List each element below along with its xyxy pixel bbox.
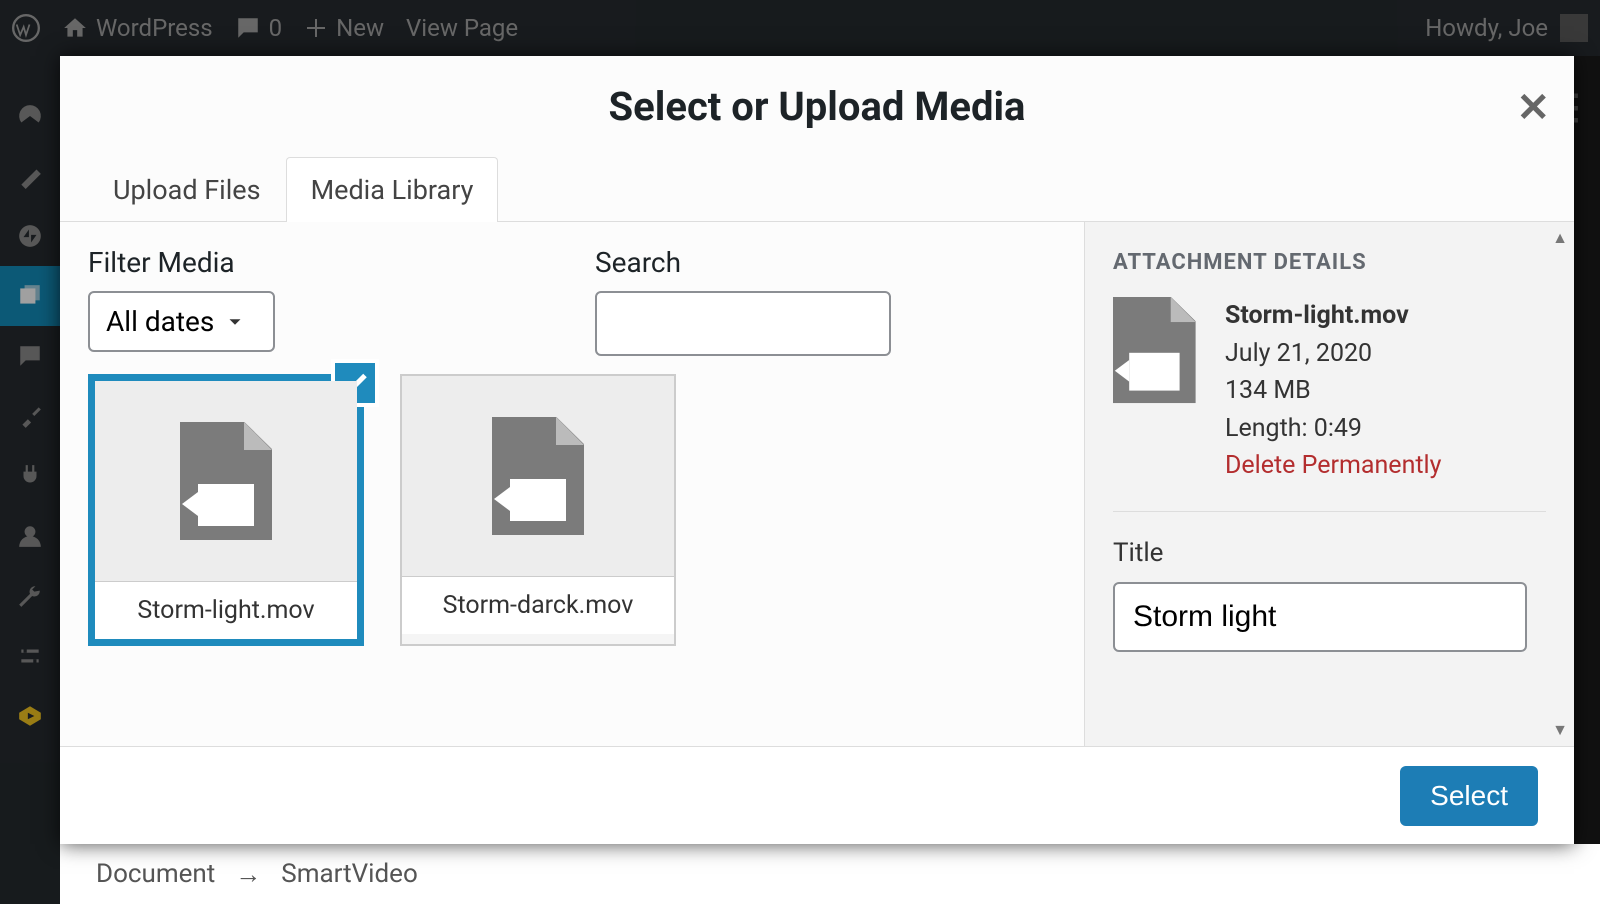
- video-file-icon: [1113, 297, 1196, 403]
- search-input[interactable]: [595, 291, 891, 356]
- sidebar-item-plugins[interactable]: [0, 446, 60, 506]
- admin-bar: WordPress 0 New View Page Howdy, Joe: [0, 0, 1600, 56]
- search-label: Search: [595, 246, 891, 279]
- breadcrumb: Document → SmartVideo: [60, 844, 1600, 904]
- admin-sidebar: [0, 56, 60, 904]
- scroll-down-icon[interactable]: ▼: [1552, 720, 1568, 740]
- modal-header: Select or Upload Media ✕: [60, 56, 1574, 156]
- scroll-up-icon[interactable]: ▲: [1552, 228, 1568, 248]
- select-button[interactable]: Select: [1400, 766, 1538, 826]
- view-page-link[interactable]: View Page: [406, 14, 518, 42]
- tab-upload-files[interactable]: Upload Files: [88, 157, 286, 222]
- media-item-storm-light[interactable]: Storm-light.mov: [88, 374, 364, 646]
- media-area: Filter Media All dates Search: [60, 222, 1084, 746]
- comments-link[interactable]: 0: [235, 14, 283, 42]
- sidebar-item-media[interactable]: [0, 266, 60, 326]
- video-file-icon: [180, 422, 272, 540]
- close-button[interactable]: ✕: [1516, 84, 1550, 131]
- sidebar-item-smartvideo[interactable]: [0, 686, 60, 746]
- breadcrumb-doc[interactable]: Document: [96, 859, 215, 889]
- new-content-link[interactable]: New: [304, 14, 384, 42]
- wp-logo-icon[interactable]: [12, 14, 40, 42]
- site-name: WordPress: [96, 14, 213, 42]
- attachment-length: Length: 0:49: [1225, 410, 1441, 448]
- details-heading: ATTACHMENT DETAILS: [1113, 250, 1546, 275]
- media-modal: Select or Upload Media ✕ Upload Files Me…: [60, 56, 1574, 844]
- sidebar-item-settings[interactable]: [0, 626, 60, 686]
- sidebar-item-users[interactable]: [0, 506, 60, 566]
- divider: [1113, 511, 1546, 512]
- tab-media-library[interactable]: Media Library: [286, 157, 499, 222]
- modal-tabs: Upload Files Media Library: [60, 156, 1574, 222]
- video-file-icon: [492, 417, 584, 535]
- chevron-down-icon: [224, 311, 246, 333]
- attachment-filename: Storm-light.mov: [1225, 297, 1441, 335]
- new-label: New: [336, 14, 384, 42]
- attachment-details-panel: ▲ ATTACHMENT DETAILS Storm-light.mov Jul…: [1084, 222, 1574, 746]
- modal-footer: Select: [60, 746, 1574, 844]
- sidebar-item-dashboard[interactable]: [0, 86, 60, 146]
- comment-count: 0: [269, 14, 283, 42]
- filter-media-label: Filter Media: [88, 246, 275, 279]
- media-filename: Storm-light.mov: [95, 581, 357, 639]
- sidebar-item-comments[interactable]: [0, 326, 60, 386]
- attachment-size: 134 MB: [1225, 372, 1441, 410]
- arrow-icon: →: [235, 859, 261, 890]
- sidebar-item-appearance[interactable]: [0, 386, 60, 446]
- home-link[interactable]: WordPress: [62, 14, 213, 42]
- date-filter-value: All dates: [106, 305, 214, 338]
- attachment-date: July 21, 2020: [1225, 335, 1441, 373]
- media-item-storm-darck[interactable]: Storm-darck.mov: [400, 374, 676, 646]
- sidebar-item-jetpack[interactable]: [0, 206, 60, 266]
- title-field-label: Title: [1113, 538, 1546, 568]
- delete-permanently-link[interactable]: Delete Permanently: [1225, 447, 1441, 485]
- title-input[interactable]: [1113, 582, 1527, 652]
- modal-title: Select or Upload Media: [609, 83, 1026, 130]
- sidebar-item-tools[interactable]: [0, 566, 60, 626]
- media-filename: Storm-darck.mov: [402, 576, 674, 634]
- breadcrumb-page[interactable]: SmartVideo: [281, 859, 418, 889]
- sidebar-item-posts[interactable]: [0, 146, 60, 206]
- close-icon: ✕: [1516, 84, 1550, 131]
- user-greeting[interactable]: Howdy, Joe: [1425, 14, 1548, 42]
- avatar[interactable]: [1560, 14, 1588, 42]
- date-filter-select[interactable]: All dates: [88, 291, 275, 352]
